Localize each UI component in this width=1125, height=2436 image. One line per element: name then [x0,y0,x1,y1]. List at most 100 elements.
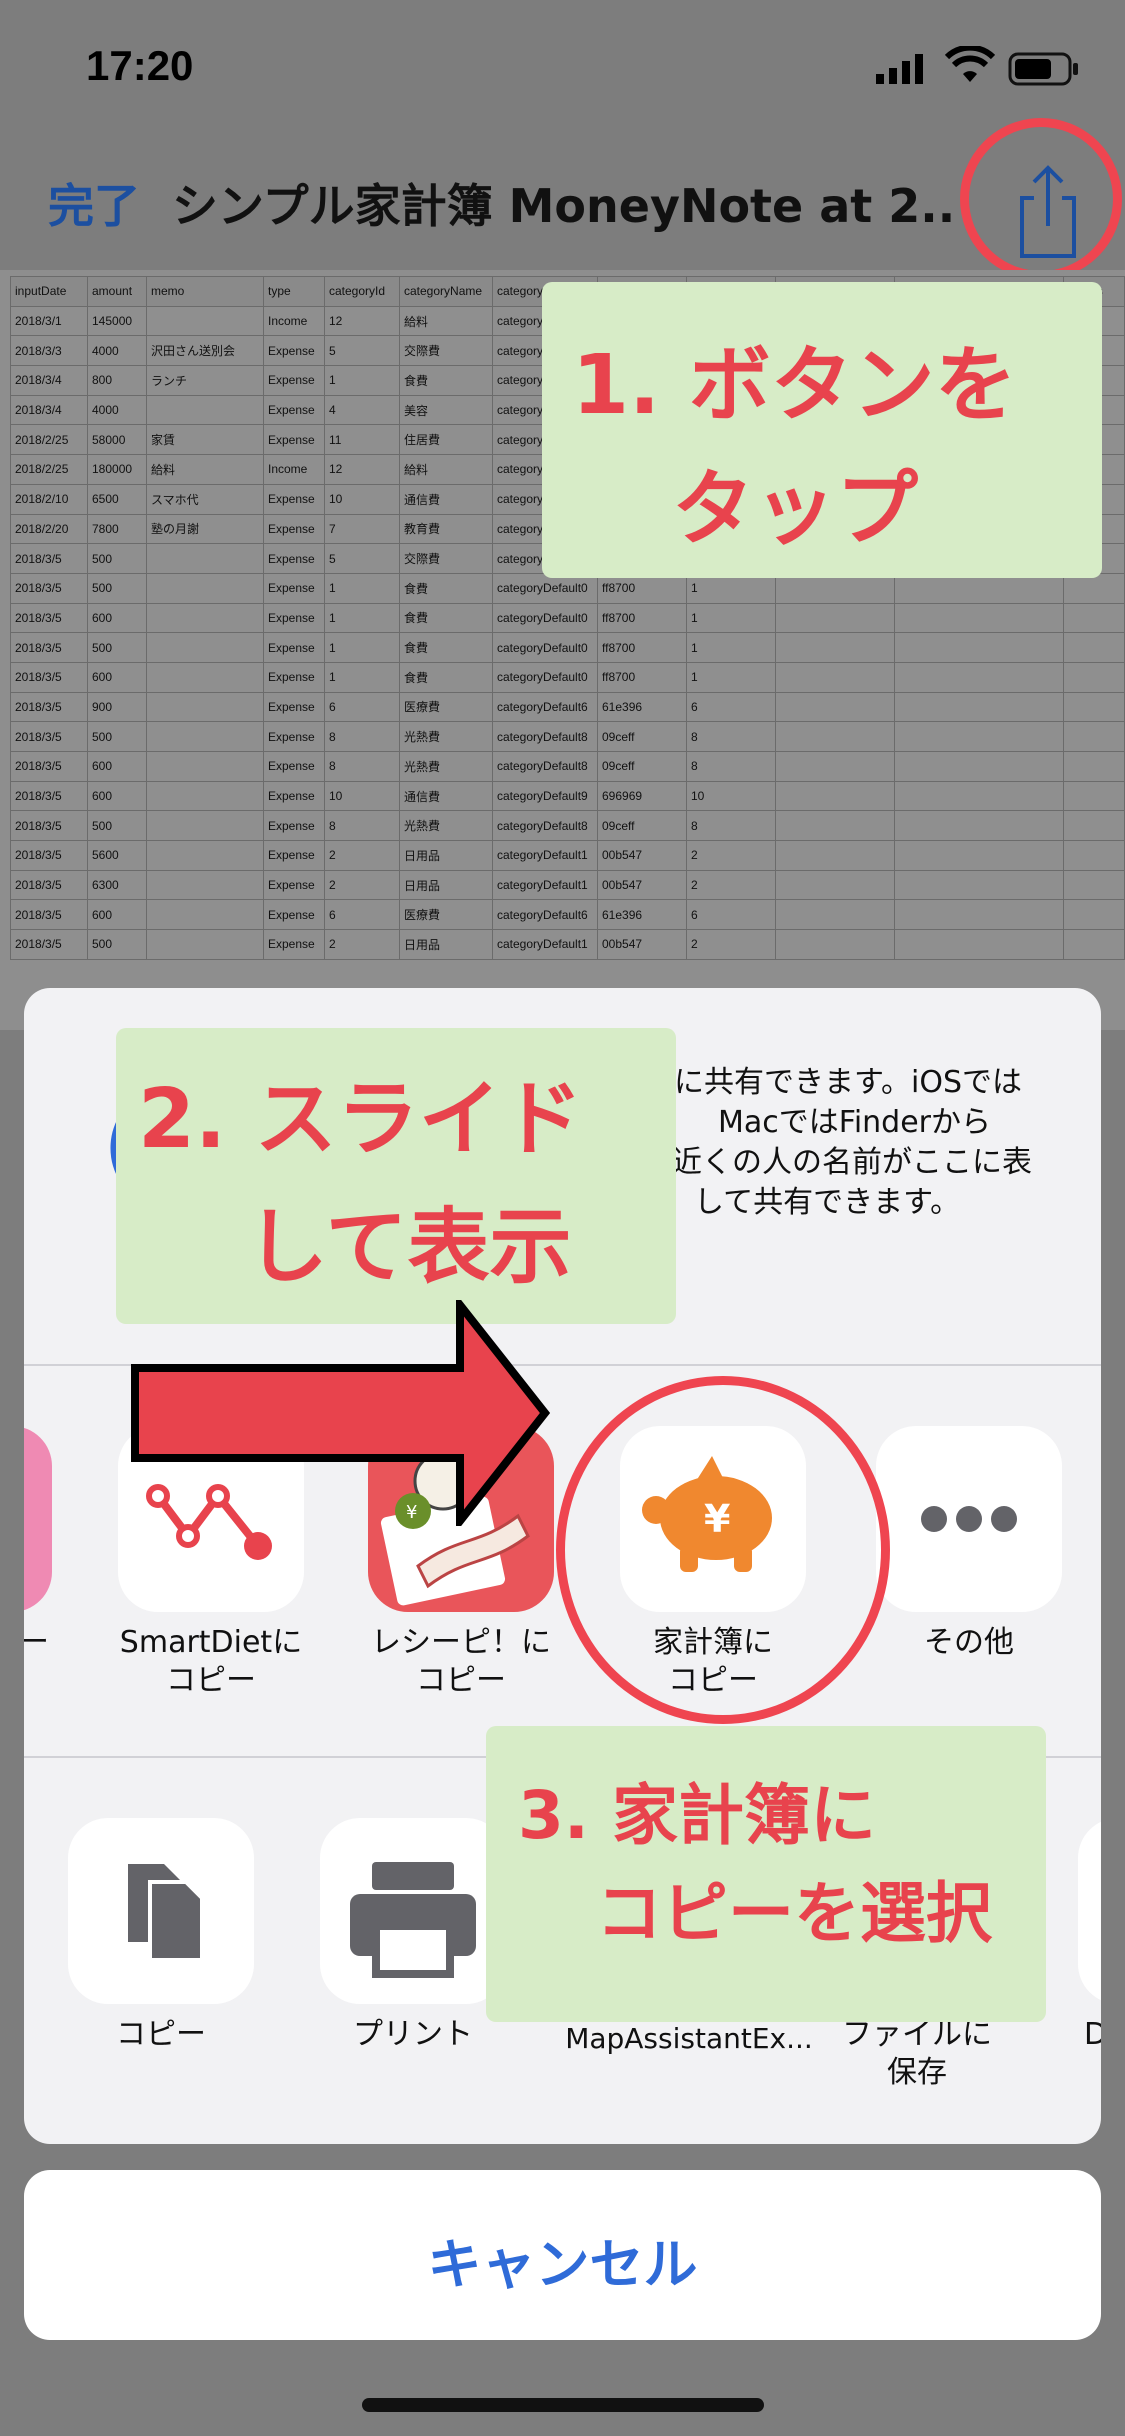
app-label-partial: ー [24,1625,49,1660]
table-cell: 教育費 [399,513,493,545]
airdrop-description: に共有できます。iOSでは MacではFinderから 近くの人の名前がここに表… [654,1063,1032,1223]
copy-icon [128,1864,204,1962]
wifi-icon [945,46,995,82]
table-cell: 1 [686,602,776,634]
table-cell [894,810,1064,842]
status-time: 17:20 [86,42,194,89]
table-cell: categoryDefault0 [492,602,598,634]
more-app-tile[interactable] [876,1426,1062,1612]
table-cell: 4000 [87,335,147,367]
home-indicator[interactable] [362,2398,764,2412]
table-header-cell: type [263,276,325,307]
table-cell: Expense [263,602,325,634]
copy-label: コピー [116,2017,206,2052]
step1-note: 1. ボタンを タップ [542,282,1102,578]
table-cell [894,661,1064,693]
step3-note: 3. 家計簿に コピーを選択 [486,1726,1046,2022]
table-cell: categoryDefault9 [492,780,598,812]
table-cell [775,929,895,960]
table-cell: Expense [263,751,325,782]
table-cell: Expense [263,335,325,367]
table-cell: 2018/3/5 [10,691,88,723]
table-cell [146,602,264,634]
table-cell: 00b547 [597,929,687,960]
table-cell: 900 [87,691,147,723]
table-cell [1063,632,1125,663]
table-cell: 医療費 [399,899,493,931]
table-cell: categoryDefault6 [492,691,598,723]
table-cell: 61e396 [597,691,687,723]
done-button[interactable]: 完了 [48,170,140,236]
table-cell: 7 [324,513,400,545]
table-cell: Expense [263,840,325,871]
table-cell [146,929,264,960]
table-cell [775,780,895,812]
battery-icon [1008,52,1078,86]
table-row: 2018/3/5 600 Expense 6 医療費 categoryDefault6 61… [10,899,1125,931]
print-icon [350,1862,476,1978]
table-cell [775,869,895,901]
app-tile-partial[interactable] [24,1426,52,1612]
table-row: 2018/3/5 500 Expense 8 光熱費 categoryDefault8 09… [10,810,1125,842]
table-cell: スマホ代 [146,483,264,515]
table-cell: 1 [324,572,400,604]
table-cell [894,632,1064,663]
table-cell: 2018/3/5 [10,869,88,901]
table-cell: 1 [324,661,400,693]
print-action-tile[interactable] [320,1818,506,2004]
table-cell: Expense [263,365,325,396]
table-cell [894,691,1064,723]
cancel-button[interactable]: キャンセル [24,2170,1101,2340]
table-cell: Expense [263,661,325,693]
table-cell: 住居費 [399,424,493,456]
table-cell: 1 [324,632,400,663]
page-title: シンプル家計簿 MoneyNote at 2... [172,179,952,233]
table-cell [775,632,895,663]
table-cell [146,899,264,931]
table-cell: 2018/3/3 [10,335,88,367]
table-cell [146,394,264,426]
table-cell: 2018/2/25 [10,424,88,456]
table-cell: 00b547 [597,869,687,901]
table-cell: ff8700 [597,632,687,663]
table-cell: categoryDefault8 [492,810,598,842]
table-cell: 家賃 [146,424,264,456]
smartdiet-label: SmartDietに コピー [119,1625,303,1698]
table-cell: 2018/2/20 [10,513,88,545]
table-cell: 800 [87,365,147,396]
slide-arrow [131,1300,550,1526]
table-cell: 6300 [87,869,147,901]
table-cell: 1 [324,365,400,396]
table-cell: 696969 [597,780,687,812]
table-cell: 日用品 [399,929,493,960]
airdrop-line: MacではFinderから [718,1105,992,1140]
table-cell: 12 [324,305,400,337]
table-cell: 145000 [87,305,147,337]
signal-icon [876,54,923,84]
table-cell [894,751,1064,782]
table-cell: 2 [686,869,776,901]
table-header-cell: amount [87,276,147,307]
table-cell: 500 [87,543,147,574]
files-label: ファイルに 保存 [842,2017,992,2090]
table-cell: 8 [324,810,400,842]
table-cell [1063,691,1125,723]
more-label: その他 [924,1625,1014,1660]
recipe-label: レシーピ！に コピー [371,1625,551,1698]
table-cell [775,840,895,871]
partial-action-tile[interactable] [1078,1818,1101,2004]
table-cell: 1 [686,632,776,663]
table-cell [146,543,264,574]
table-cell: 10 [686,780,776,812]
table-cell: 8 [686,721,776,752]
table-cell: 食費 [399,632,493,663]
table-cell: 2018/3/4 [10,394,88,426]
table-cell: 61e396 [597,899,687,931]
table-cell [894,602,1064,634]
copy-action-tile[interactable] [68,1818,254,2004]
table-cell: categoryDefault1 [492,929,598,960]
partial-action-label: D [1084,2017,1101,2052]
table-cell: 日用品 [399,840,493,871]
table-cell [775,661,895,693]
table-cell: 2018/3/5 [10,721,88,752]
